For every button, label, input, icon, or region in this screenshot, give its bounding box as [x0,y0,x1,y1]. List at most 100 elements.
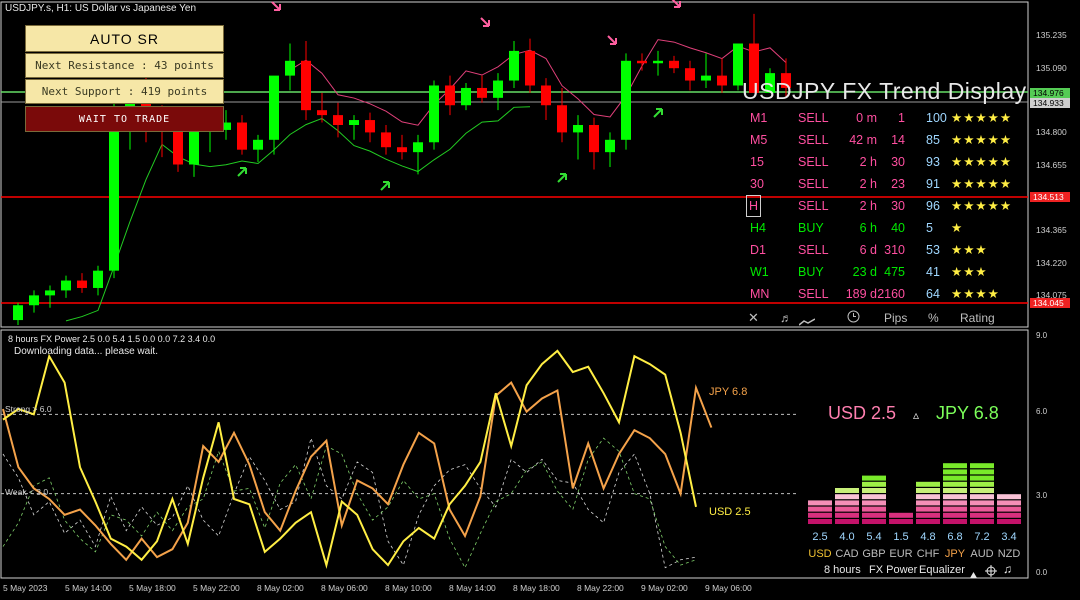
trend-pips: 30 [891,199,905,213]
fx-power-header: 8 hours FX Power 2.5 0.0 5.4 1.5 0.0 0.0… [8,334,216,344]
chart-line-icon [798,312,816,332]
candle-body [365,120,375,133]
candle-body [349,120,359,125]
eq-currency-cad[interactable]: CAD [834,548,860,560]
crosshair-icon[interactable] [985,564,997,582]
trend-signal: SELL [798,133,829,147]
eq-currency-aud[interactable]: AUD [969,548,995,560]
candle-body [29,295,39,306]
sell-arrow-icon [671,0,681,8]
trend-row-15[interactable]: 15 SELL 2 h 30 93 ★★★★★ [745,152,1030,174]
eq-currency-nzd[interactable]: NZD [996,548,1022,560]
candle-body [541,85,551,106]
close-icon[interactable]: ✕ [748,308,759,328]
buy-arrow-icon [653,108,663,118]
eq-bar-segment [862,512,886,518]
candle-body [173,129,183,165]
eq-bar-segment [943,475,967,481]
time-tick: 8 May 06:00 [321,583,368,593]
candle-body [397,147,407,153]
eq-hours-tab[interactable]: 8 hours [824,564,861,576]
trend-stars: ★★★★★ [951,133,1013,147]
candle-body [653,60,663,64]
candle-body [253,139,263,150]
time-tick: 9 May 06:00 [705,583,752,593]
power-axis-tick: 3.0 [1036,491,1048,500]
trend-row-d1[interactable]: D1 SELL 6 d 310 53 ★★★ [745,240,1030,262]
weak-threshold-label: Weak < 3.0 [5,487,49,497]
trend-stars: ★★★★★ [951,155,1013,169]
eq-currency-jpy[interactable]: JPY [942,548,968,560]
trend-row-w1[interactable]: W1 BUY 23 d 475 41 ★★★ [745,262,1030,284]
buy-arrow-icon [237,167,247,177]
trend-tf: H4 [750,221,766,235]
time-tick: 8 May 02:00 [257,583,304,593]
candle-body [573,124,583,133]
trend-display-footer: ✕ ♬ Pips % Rating [745,308,1030,330]
price-tick: 134.365 [1036,225,1067,235]
eq-bar-segment [835,500,859,506]
candle-body [445,85,455,106]
eq-fx-power-tab[interactable]: FX Power [869,564,917,576]
trend-tf: 30 [750,177,764,191]
trend-row-30[interactable]: 30 SELL 2 h 23 91 ★★★★★ [745,174,1030,196]
pair-arrow-icon: ▵ [913,408,920,422]
trend-line-red [289,39,787,126]
trend-stars: ★★★ [951,243,988,257]
time-tick: 8 May 18:00 [513,583,560,593]
trend-row-mn[interactable]: MN SELL 189 d 2160 64 ★★★★ [745,284,1030,306]
trend-row-m1[interactable]: M1 SELL 0 m 1 100 ★★★★★ [745,108,1030,130]
eq-currency-usd[interactable]: USD [807,548,833,560]
eq-bar-segment [997,494,1021,500]
low-price-tag: 134.045 [1030,298,1070,308]
candle-body [509,50,519,81]
eq-bar-segment [970,488,994,493]
candle-body [301,60,311,111]
trend-stars: ★★★★ [951,287,1000,301]
trend-row-m5[interactable]: M5 SELL 42 m 14 85 ★★★★★ [745,130,1030,152]
trend-row-h4[interactable]: H4 BUY 6 h 40 5 ★ [745,218,1030,240]
price-tick: 134.800 [1036,127,1067,137]
eq-bar-segment [862,506,886,512]
eq-bar-segment [943,519,967,524]
power-axis-tick: 0.0 [1036,568,1048,577]
triangle-up-icon[interactable] [969,566,978,584]
eq-currency-chf[interactable]: CHF [915,548,941,560]
eq-bar-segment [943,500,967,506]
candle-body [285,60,295,76]
eq-bar-segment [943,512,967,518]
support-price-tag: 134.513 [1030,192,1070,202]
candle-body [669,60,679,69]
eq-value-usd: 2.5 [812,531,828,543]
music-note-icon[interactable]: ♫ [1003,562,1012,576]
time-tick: 8 May 22:00 [577,583,624,593]
pips-header: Pips [884,311,908,325]
sell-arrow-icon [480,17,490,27]
trend-display-title: USDJPY FX Trend Display [742,78,1027,104]
time-tick: 5 May 18:00 [129,583,176,593]
candle-body [93,270,103,288]
eq-value-eur: 1.5 [893,531,909,543]
eq-bar-segment [970,469,994,475]
eq-bar-segment [835,519,859,524]
candle-body [77,280,87,288]
trend-signal: SELL [798,111,829,125]
trend-stars: ★ [951,221,964,235]
eq-equalizer-tab[interactable]: Equalizer [919,564,965,576]
trend-row-h[interactable]: H SELL 2 h 30 96 ★★★★★ [745,195,1030,218]
eq-value-chf: 4.8 [920,531,936,543]
eq-bar-segment [943,506,967,512]
sound-icon[interactable]: ♬ [780,308,792,328]
eq-bar-segment [997,519,1021,524]
eq-bar-segment [997,512,1021,518]
eq-currency-eur[interactable]: EUR [888,548,914,560]
auto-sr-button[interactable]: AUTO SR [25,25,224,52]
eq-currency-gbp[interactable]: GBP [861,548,887,560]
trend-signal: BUY [798,265,824,279]
next-support-label: Next Support : 419 points [25,79,224,104]
trend-pct: 64 [926,287,940,301]
candle-body [413,142,423,153]
eq-bar-segment [916,488,940,493]
trend-signal: SELL [798,287,829,301]
candle-body [381,132,391,148]
